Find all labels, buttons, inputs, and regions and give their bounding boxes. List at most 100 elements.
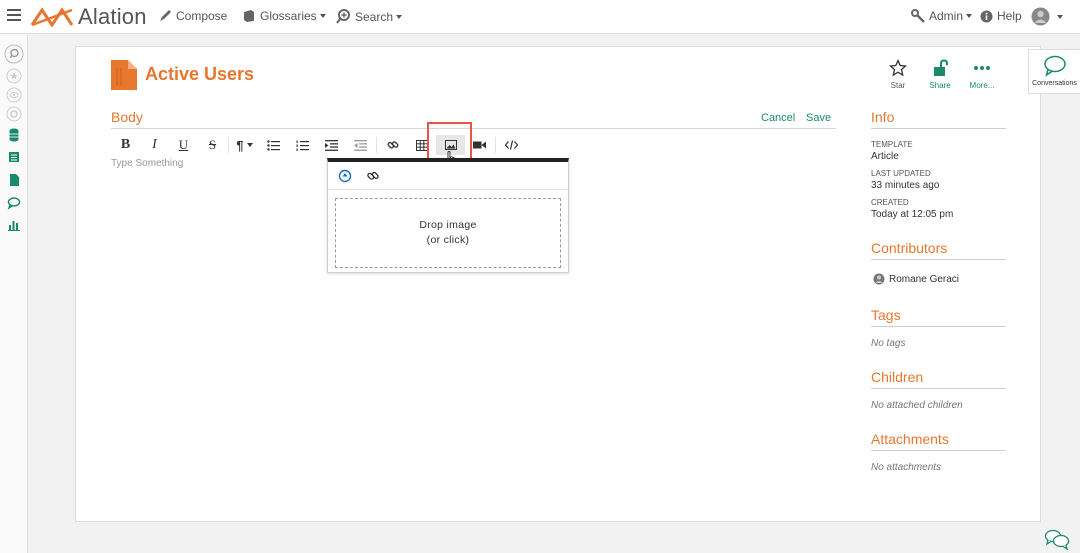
conversations-tab[interactable]: Conversations [1028, 49, 1080, 94]
tags-divider [871, 326, 1006, 327]
save-button[interactable]: Save [806, 112, 831, 124]
hamburger-menu-icon[interactable] [7, 9, 21, 23]
outdent-button[interactable] [346, 135, 375, 155]
video-camera-icon [473, 141, 486, 149]
bold-button[interactable]: B [111, 135, 140, 155]
last-updated-value: 33 minutes ago [871, 180, 940, 191]
tags-empty: No tags [871, 338, 906, 349]
chevron-down-icon [1057, 14, 1063, 19]
image-dropzone[interactable]: Drop image (or click) [335, 198, 561, 268]
unlock-icon [934, 59, 948, 76]
cancel-button[interactable]: Cancel [761, 112, 795, 124]
article-doc-icon [111, 60, 137, 90]
dropzone-line-2: (or click) [426, 234, 470, 246]
logo-text: Alation [78, 4, 147, 29]
tags-title: Tags [871, 307, 901, 323]
created-label: CREATED [871, 198, 909, 207]
numbered-list-button[interactable] [288, 135, 317, 155]
strikethrough-button[interactable]: S [198, 135, 227, 155]
gear-icon[interactable] [6, 106, 22, 122]
compose-nav[interactable]: Compose [158, 9, 227, 23]
chat-bubbles-icon[interactable] [1044, 528, 1070, 550]
upload-icon[interactable] [338, 169, 352, 183]
insert-link-button[interactable] [378, 135, 407, 155]
created-value: Today at 12:05 pm [871, 209, 954, 220]
toolbar-separator [228, 137, 229, 153]
table-icon [415, 139, 428, 151]
search-label: Search [355, 9, 394, 24]
template-label: TEMPLATE [871, 140, 913, 149]
avatar-icon [1031, 7, 1050, 26]
indent-button[interactable] [317, 135, 346, 155]
link-icon [386, 141, 398, 149]
star-label: Star [890, 81, 906, 90]
star-icon [888, 58, 908, 77]
admin-label: Admin [929, 9, 964, 23]
info-title: Info [871, 109, 895, 125]
share-label: Share [929, 81, 951, 90]
attachments-empty: No attachments [871, 462, 942, 473]
code-view-button[interactable] [497, 135, 526, 155]
chevron-down-icon [319, 14, 326, 18]
glossaries-label: Glossaries [260, 9, 317, 23]
bullet-list-button[interactable] [259, 135, 288, 155]
bullet-list-icon [267, 139, 280, 151]
link-icon[interactable] [366, 169, 380, 183]
book-icon [244, 10, 254, 22]
template-value: Article [871, 151, 899, 162]
article-panel: Active Users Star Share More... Body Can… [75, 46, 1041, 522]
left-sidebar [0, 35, 28, 553]
info-circle-icon [980, 10, 993, 22]
contributor-item[interactable]: Romane Geraci [873, 273, 959, 285]
user-menu[interactable] [1031, 7, 1063, 26]
body-label: Body [111, 109, 143, 125]
search-nav[interactable]: Search [336, 9, 403, 24]
database-icon[interactable] [6, 127, 22, 143]
contributors-divider [871, 259, 1006, 260]
chevron-down-icon [246, 143, 253, 147]
outdent-icon [354, 139, 367, 151]
last-updated-label: LAST UPDATED [871, 169, 931, 178]
children-divider [871, 388, 1006, 389]
page-title: Active Users [145, 64, 255, 84]
italic-button[interactable]: I [140, 135, 169, 155]
search-icon[interactable] [4, 44, 24, 64]
popover-tabs [328, 162, 568, 190]
body-editor-placeholder[interactable]: Type Something [111, 158, 183, 169]
children-title: Children [871, 369, 924, 385]
contributors-title: Contributors [871, 240, 948, 256]
conversation-icon[interactable] [6, 195, 22, 211]
code-icon [505, 140, 518, 150]
insert-image-popover: Drop image (or click) [327, 158, 569, 273]
conversations-label: Conversations [1032, 80, 1077, 87]
numbered-list-icon [296, 140, 309, 151]
top-navbar: Alation Compose Glossaries Search Admin … [0, 0, 1080, 34]
eye-icon[interactable] [6, 87, 22, 103]
star-button[interactable]: Star [878, 58, 918, 90]
more-label: More... [969, 81, 995, 90]
info-divider [871, 128, 1006, 129]
search-icon [336, 9, 350, 24]
chevron-down-icon [966, 14, 973, 18]
glossaries-nav[interactable]: Glossaries [242, 9, 326, 23]
avatar-icon [873, 273, 885, 285]
toolbar-separator [376, 137, 377, 153]
share-button[interactable]: Share [920, 59, 960, 90]
pen-icon [160, 10, 171, 21]
admin-nav[interactable]: Admin [911, 9, 973, 23]
body-divider [111, 128, 836, 129]
children-empty: No attached children [871, 400, 963, 411]
paragraph-style-button[interactable]: ¶ [230, 135, 259, 155]
ellipsis-icon [974, 66, 990, 70]
indent-icon [325, 139, 338, 151]
paragraph-icon: ¶ [236, 137, 244, 153]
article-icon[interactable] [6, 172, 22, 188]
help-nav[interactable]: Help [980, 9, 1022, 23]
underline-button[interactable]: U [169, 135, 198, 155]
help-label: Help [997, 9, 1022, 23]
bar-chart-icon[interactable] [6, 217, 22, 233]
list-icon[interactable] [6, 149, 22, 165]
alation-logo[interactable]: Alation [30, 4, 147, 30]
star-icon[interactable] [6, 68, 22, 84]
more-button[interactable]: More... [962, 59, 1002, 90]
